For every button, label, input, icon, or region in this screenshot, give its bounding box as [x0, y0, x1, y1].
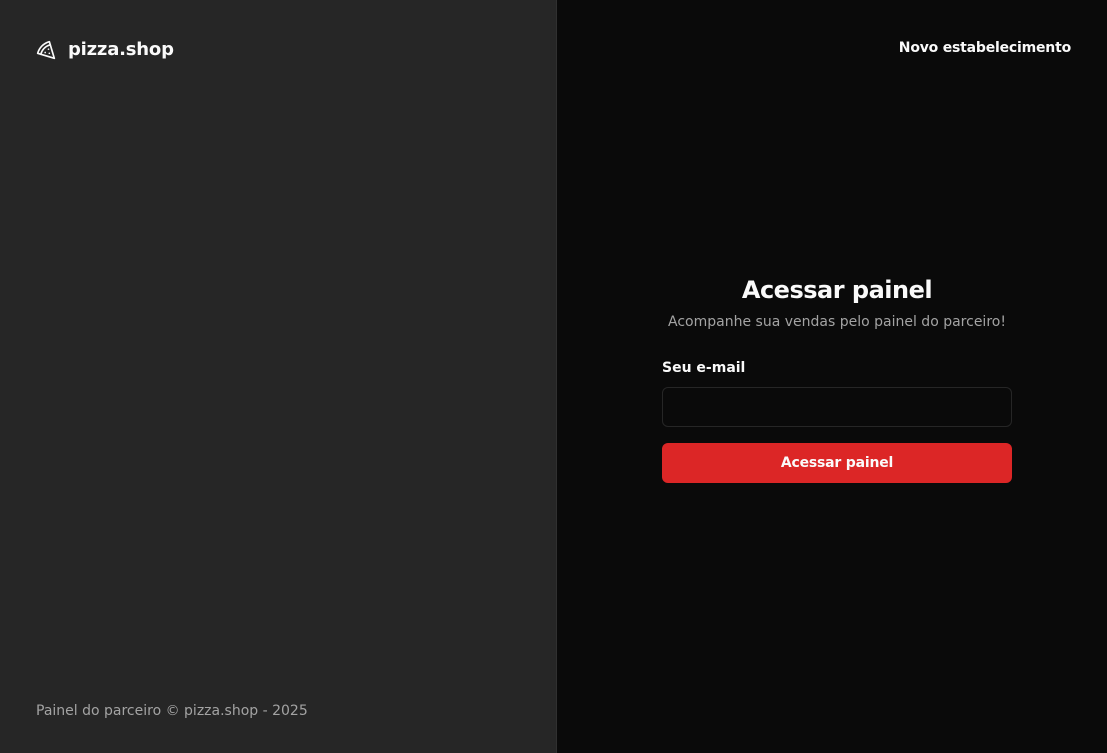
brand-name: pizza.shop	[68, 39, 174, 60]
brand-panel: pizza.shop Painel do parceiro © pizza.sh…	[0, 0, 557, 753]
email-field[interactable]	[662, 387, 1012, 427]
footer-copyright: Painel do parceiro © pizza.shop - 2025	[36, 703, 308, 719]
login-form: Acessar painel Acompanhe sua vendas pelo…	[662, 276, 1012, 483]
brand: pizza.shop	[36, 39, 174, 60]
page-subtitle: Acompanhe sua vendas pelo painel do parc…	[668, 314, 1006, 330]
pizza-slice-icon	[36, 40, 56, 60]
login-panel: Novo estabelecimento Acessar painel Acom…	[557, 0, 1107, 753]
new-store-link[interactable]: Novo estabelecimento	[899, 40, 1071, 56]
auth-page: pizza.shop Painel do parceiro © pizza.sh…	[0, 0, 1107, 753]
page-title: Acessar painel	[741, 276, 933, 304]
email-label: Seu e-mail	[662, 360, 746, 376]
login-button[interactable]: Acessar painel	[662, 443, 1012, 483]
